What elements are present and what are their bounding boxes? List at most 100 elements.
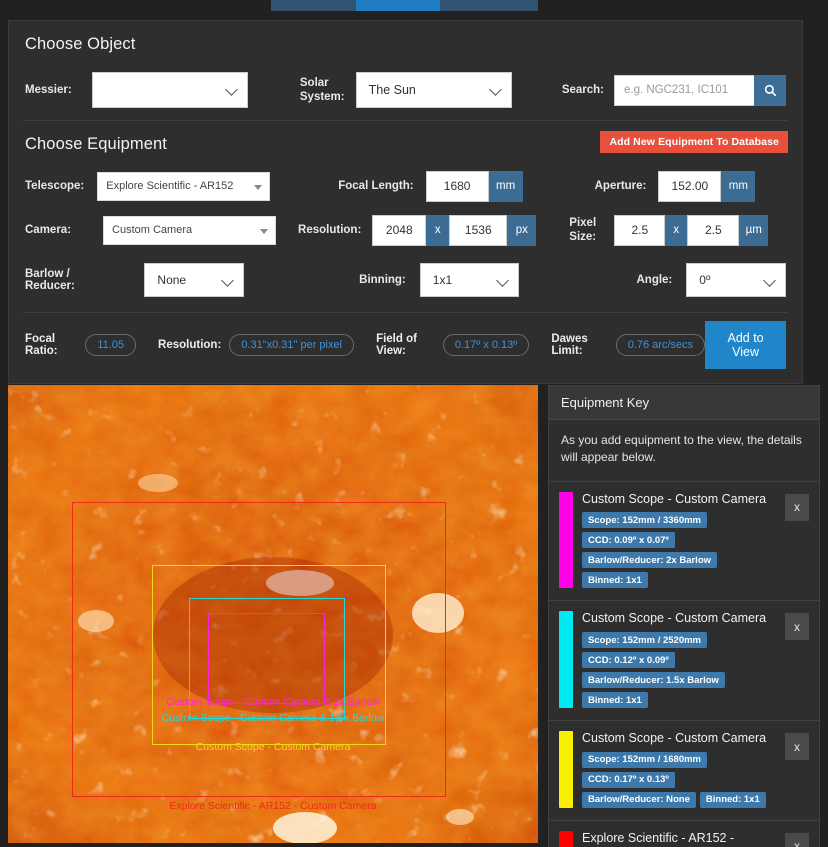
fov-label: Field of View: — [376, 333, 417, 357]
resolution-group: x px — [372, 214, 537, 246]
search-group — [614, 74, 786, 106]
equipment-badge: CCD: 0.17º x 0.13º — [582, 771, 675, 788]
pixel-size-group: x µm — [614, 214, 769, 246]
pixel-size-label: Pixel Size: — [569, 216, 597, 243]
object-row: Messier: Solar System: The Sun Search: — [9, 64, 802, 116]
search-button[interactable] — [754, 74, 786, 106]
equipment-badge: Binned: 1x1 — [699, 791, 766, 808]
angle-value: 0º — [699, 273, 711, 287]
focal-length-group: mm — [425, 170, 523, 202]
fov-label: Custom Scope - Custom Camera & 1.5x Barl… — [161, 712, 385, 724]
aperture-input[interactable] — [658, 170, 722, 202]
resolution-unit: px — [507, 214, 537, 246]
color-swatch — [559, 830, 573, 847]
angle-select[interactable]: 0º — [686, 263, 786, 297]
resolution-x-input[interactable] — [372, 214, 427, 246]
search-icon — [764, 84, 776, 96]
app-root: Choose Object Messier: Solar System: The… — [0, 0, 828, 847]
color-swatch — [559, 611, 573, 709]
resolution-stat-label: Resolution: — [158, 339, 222, 351]
equipment-badge: Barlow/Reducer: 1.5x Barlow — [582, 672, 725, 689]
binning-label: Binning: — [359, 274, 406, 286]
equipment-key-item: Custom Scope - Custom Camera Scope: 152mm… — [549, 720, 819, 820]
fov-label: Custom Scope - Custom Camera — [195, 741, 351, 753]
solar-system-value: The Sun — [368, 83, 416, 97]
barlow-row: Barlow / Reducer: None Binning: 1x1 Angl… — [9, 252, 802, 308]
resolution-separator: x — [426, 214, 450, 246]
add-new-equipment-button[interactable]: Add New Equipment To Database — [600, 131, 788, 153]
remove-equipment-button[interactable]: x — [785, 733, 809, 761]
equipment-key-badges: Scope: 152mm / 1680mm CCD: 0.17º x 0.13º B… — [582, 751, 779, 808]
fov-label: Custom Scope - Custom Camera & 2x Barlow — [166, 696, 380, 708]
equipment-badge: Binned: 1x1 — [582, 692, 648, 709]
equipment-key-title: Custom Scope - Custom Camera — [582, 611, 767, 626]
equipment-key-intro: As you add equipment to the view, the de… — [561, 433, 802, 465]
search-label: Search: — [561, 84, 604, 96]
equipment-badge: Barlow/Reducer: 2x Barlow — [582, 552, 718, 569]
pixel-size-separator: x — [665, 214, 688, 246]
top-tab-left[interactable] — [271, 0, 356, 11]
equipment-badge: CCD: 0.09º x 0.07º — [582, 532, 675, 549]
focal-length-unit: mm — [488, 170, 523, 202]
dawes-limit-value: 0.76 arc/secs — [615, 334, 706, 356]
aperture-label: Aperture: — [594, 180, 647, 192]
focal-length-label: Focal Length: — [338, 180, 414, 192]
pixel-size-x-input[interactable] — [614, 214, 666, 246]
equipment-key-item: Explore Scientific - AR152 - Custom Came… — [549, 819, 819, 847]
equipment-badge: Scope: 152mm / 3360mm — [582, 512, 708, 529]
camera-label: Camera: — [25, 224, 72, 236]
telescope-select[interactable]: Explore Scientific - AR152 — [97, 171, 271, 201]
barlow-select[interactable]: None — [144, 263, 245, 297]
aperture-unit: mm — [721, 170, 756, 202]
equipment-key-title: Custom Scope - Custom Camera — [582, 491, 767, 506]
equipment-key-body: Custom Scope - Custom Camera Scope: 152mm… — [582, 731, 809, 808]
dawes-limit-label: Dawes Limit: — [551, 333, 588, 357]
remove-equipment-button[interactable]: x — [785, 493, 809, 521]
resolution-label: Resolution: — [298, 224, 362, 236]
top-tab-right[interactable] — [440, 0, 538, 11]
equipment-key-body: Custom Scope - Custom Camera Scope: 152mm… — [582, 492, 809, 589]
remove-equipment-button[interactable]: x — [785, 613, 809, 641]
resolution-y-input[interactable] — [449, 214, 508, 246]
top-tab-strip — [0, 0, 828, 11]
equipment-key-title: Custom Scope - Custom Camera — [582, 731, 767, 746]
camera-select[interactable]: Custom Camera — [103, 215, 277, 245]
fov-value: 0.17º x 0.13º — [442, 334, 530, 356]
pixel-size-unit: µm — [739, 214, 769, 246]
equipment-key-badges: Scope: 152mm / 3360mm CCD: 0.09º x 0.07º B… — [582, 512, 779, 589]
stats-row: Focal Ratio: 11.05 Resolution: 0.31"x0.3… — [9, 313, 802, 383]
binning-select[interactable]: 1x1 — [419, 263, 520, 297]
messier-select[interactable] — [91, 72, 248, 108]
equipment-key-body: Custom Scope - Custom Camera Scope: 152mm… — [582, 611, 809, 709]
equipment-key-item: Custom Scope - Custom Camera Scope: 152mm… — [549, 480, 819, 601]
pixel-size-y-input[interactable] — [687, 214, 740, 246]
equipment-badge: Scope: 152mm / 1680mm — [582, 751, 708, 768]
focal-ratio-label: Focal Ratio: — [25, 333, 58, 357]
equipment-badge: Scope: 152mm / 2520mm — [582, 632, 708, 649]
solar-system-select[interactable]: The Sun — [355, 72, 512, 108]
focal-ratio-value: 11.05 — [85, 334, 137, 356]
equipment-key-item: Custom Scope - Custom Camera Scope: 152mm… — [549, 600, 819, 720]
equipment-key-panel: Equipment Key As you add equipment to th… — [548, 385, 820, 847]
equipment-key-title: Explore Scientific - AR152 - Custom Came… — [582, 830, 735, 847]
choose-object-title: Choose Object — [25, 35, 136, 53]
telescope-row: Telescope: Explore Scientific - AR152 Fo… — [9, 164, 802, 208]
sky-viewer[interactable]: Explore Scientific - AR152 - Custom Came… — [8, 385, 538, 843]
settings-panel: Choose Object Messier: Solar System: The… — [8, 20, 803, 384]
aperture-group: mm — [658, 170, 756, 202]
solar-system-label: Solar System: — [299, 76, 345, 103]
barlow-label: Barlow / Reducer: — [25, 268, 75, 292]
focal-length-input[interactable] — [425, 170, 489, 202]
barlow-value: None — [157, 273, 187, 287]
binning-value: 1x1 — [432, 273, 453, 287]
equipment-badge: Barlow/Reducer: None — [582, 791, 696, 808]
equipment-key-badges: Scope: 152mm / 2520mm CCD: 0.12º x 0.09º B… — [582, 632, 779, 709]
add-to-view-button[interactable]: Add to View — [705, 321, 786, 369]
telescope-value: Explore Scientific - AR152 — [106, 180, 234, 192]
equipment-key-body: Explore Scientific - AR152 - Custom Came… — [582, 831, 809, 847]
equipment-badge: CCD: 0.12º x 0.09º — [582, 652, 675, 669]
search-input[interactable] — [614, 74, 754, 106]
angle-label: Angle: — [636, 274, 673, 286]
top-tab-active[interactable] — [356, 0, 440, 11]
remove-equipment-button[interactable]: x — [785, 832, 809, 847]
